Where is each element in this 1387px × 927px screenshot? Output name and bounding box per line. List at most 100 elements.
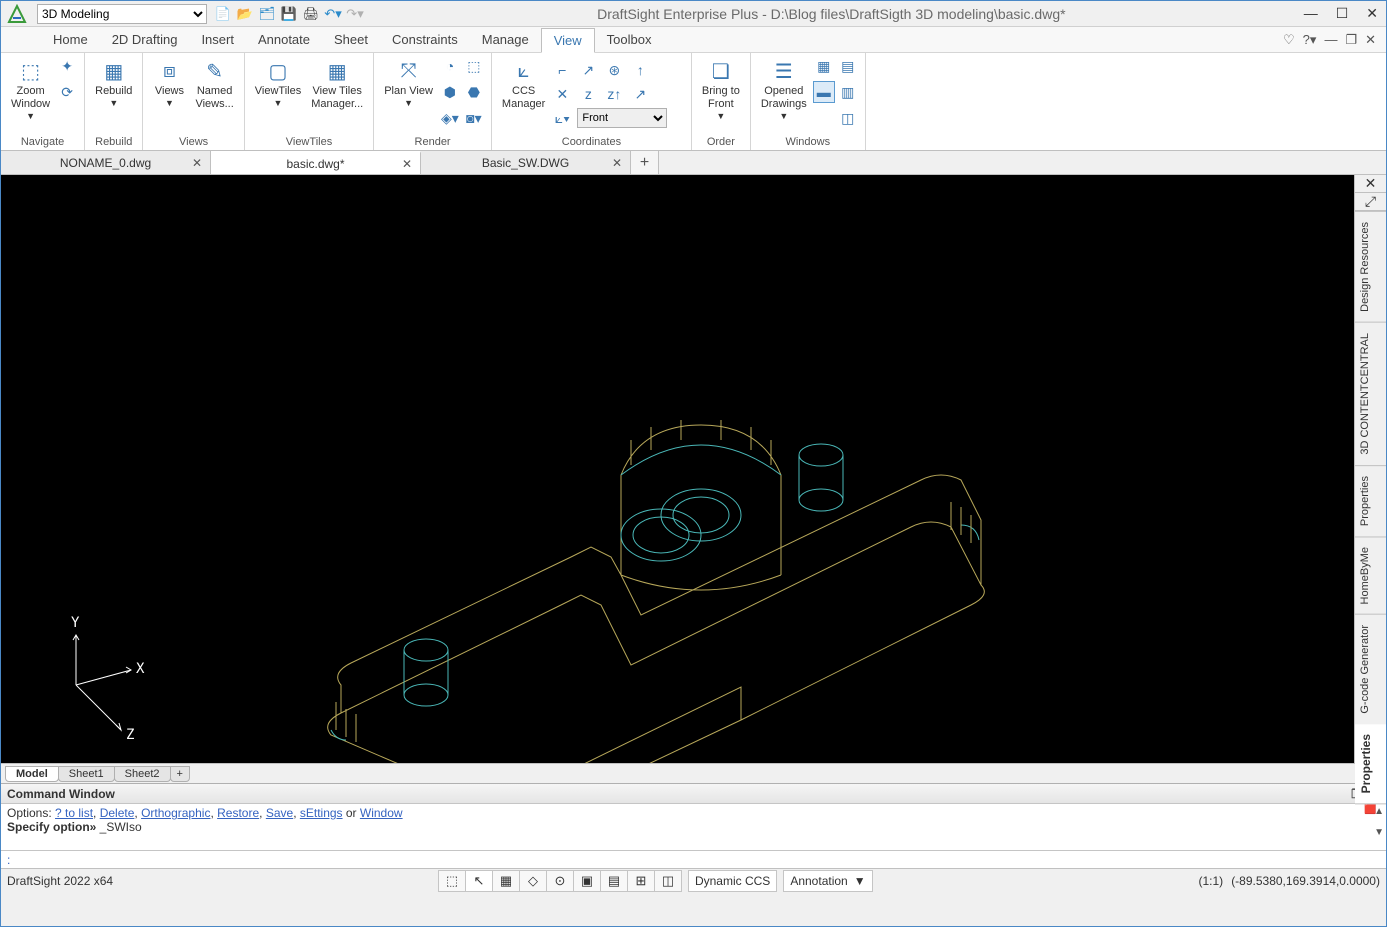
viewtiles-manager-button[interactable]: ▦ View Tiles Manager... bbox=[307, 55, 367, 113]
panel-homebyme[interactable]: HomeByMe bbox=[1355, 536, 1386, 614]
annotation-dropdown[interactable]: Annotation▼ bbox=[783, 870, 872, 892]
new-file-icon[interactable]: 📄 bbox=[215, 6, 231, 22]
print-icon[interactable]: 🖨 bbox=[303, 6, 319, 22]
option-link[interactable]: ? to list bbox=[55, 806, 93, 820]
command-window-header[interactable]: Command Window ❐ ✕ bbox=[1, 784, 1386, 804]
properties-footer-tab[interactable]: Properties bbox=[1355, 724, 1386, 804]
status-tool-9[interactable]: ◫ bbox=[654, 870, 682, 892]
status-tool-2[interactable]: ↖ bbox=[465, 870, 493, 892]
coord-view-dropdown[interactable]: Front bbox=[577, 108, 667, 128]
close-tab-icon[interactable]: ✕ bbox=[192, 156, 202, 170]
open-file-icon[interactable]: 📂 bbox=[237, 6, 253, 22]
file-tab-noname[interactable]: NONAME_0.dwg ✕ bbox=[1, 151, 211, 174]
coord-icon-3[interactable]: ⊛ bbox=[603, 59, 625, 81]
command-scroll[interactable]: ▲▼ bbox=[1374, 806, 1384, 838]
panel-3d-contentcentral[interactable]: 3D CONTENTCENTRAL bbox=[1355, 322, 1386, 465]
close-tab-icon[interactable]: ✕ bbox=[402, 157, 412, 171]
win-icon-5[interactable]: ◫ bbox=[837, 107, 859, 129]
option-link[interactable]: Orthographic bbox=[141, 806, 210, 820]
add-tab-button[interactable]: + bbox=[631, 151, 659, 174]
coord-icon-8[interactable]: ↗ bbox=[629, 83, 651, 105]
minimize-button[interactable]: — bbox=[1300, 5, 1322, 22]
render-icon-5[interactable]: ⬣ bbox=[463, 81, 485, 103]
status-tool-etrack[interactable]: ▤ bbox=[600, 870, 628, 892]
coord-icon-2[interactable]: ↗ bbox=[577, 59, 599, 81]
status-tool-ortho[interactable]: ◇ bbox=[519, 870, 547, 892]
orbit-icon[interactable]: ⟳ bbox=[56, 81, 78, 103]
redo-icon[interactable]: ↷▾ bbox=[347, 6, 363, 22]
undo-icon[interactable]: ↶▾ bbox=[325, 6, 341, 22]
win-icon-2[interactable]: ▬ bbox=[813, 81, 835, 103]
tab-annotate[interactable]: Annotate bbox=[246, 28, 322, 51]
tab-insert[interactable]: Insert bbox=[189, 28, 246, 51]
tab-toolbox[interactable]: Toolbox bbox=[595, 28, 664, 51]
ribbon-minimize-icon[interactable]: — bbox=[1324, 32, 1337, 48]
coord-icon-7[interactable]: z↑ bbox=[603, 83, 625, 105]
ribbon-restore-icon[interactable]: ❐ bbox=[1345, 32, 1357, 48]
win-icon-4[interactable]: ▥ bbox=[837, 81, 859, 103]
coord-icon-9[interactable]: ⟀▾ bbox=[551, 107, 573, 129]
tab-manage[interactable]: Manage bbox=[470, 28, 541, 51]
plan-view-button[interactable]: ⤧ Plan View ▼ bbox=[380, 55, 437, 110]
status-tool-1[interactable]: ⬚ bbox=[438, 870, 466, 892]
open-folder-icon[interactable]: 🗂 bbox=[259, 6, 275, 22]
render-icon-6[interactable]: ◙▾ bbox=[463, 107, 485, 129]
status-tool-grid[interactable]: ▦ bbox=[492, 870, 520, 892]
sheet-tab-sheet2[interactable]: Sheet2 bbox=[114, 766, 171, 782]
tab-2d-drafting[interactable]: 2D Drafting bbox=[100, 28, 190, 51]
status-tool-esnap[interactable]: ▣ bbox=[573, 870, 601, 892]
coord-icon-4[interactable]: ↑ bbox=[629, 59, 651, 81]
named-views-button[interactable]: ✎ Named Views... bbox=[191, 55, 237, 113]
tab-sheet[interactable]: Sheet bbox=[322, 28, 380, 51]
option-link[interactable]: sEttings bbox=[300, 806, 343, 820]
ribbon-close-icon[interactable]: ✕ bbox=[1365, 32, 1376, 48]
win-icon-3[interactable]: ▤ bbox=[837, 55, 859, 77]
tab-view[interactable]: View bbox=[541, 28, 595, 53]
render-icon-3[interactable]: ◈▾ bbox=[439, 107, 461, 129]
zoom-fit-icon[interactable]: ✦ bbox=[56, 55, 78, 77]
option-link[interactable]: Delete bbox=[100, 806, 135, 820]
render-icon-1[interactable]: ◔ bbox=[439, 55, 461, 77]
panel-properties[interactable]: Properties bbox=[1355, 465, 1386, 536]
dynamic-ccs-toggle[interactable]: Dynamic CCS bbox=[688, 870, 777, 892]
sheet-tab-sheet1[interactable]: Sheet1 bbox=[58, 766, 115, 782]
drawing-canvas[interactable]: Y X Z bbox=[1, 175, 1354, 763]
panel-gcode-generator[interactable]: G-code Generator bbox=[1355, 614, 1386, 724]
option-link[interactable]: Restore bbox=[217, 806, 259, 820]
close-button[interactable]: ✕ bbox=[1362, 5, 1382, 22]
views-button[interactable]: ⧈ Views ▼ bbox=[149, 55, 189, 110]
save-icon[interactable]: 💾 bbox=[281, 6, 297, 22]
command-input[interactable]: : bbox=[1, 850, 1386, 868]
ccs-manager-button[interactable]: ⟀ CCS Manager bbox=[498, 55, 549, 113]
win-icon-1[interactable]: ▦ bbox=[813, 55, 835, 77]
panel-design-resources[interactable]: Design Resources bbox=[1355, 211, 1386, 322]
close-tab-icon[interactable]: ✕ bbox=[612, 156, 622, 170]
maximize-button[interactable]: ☐ bbox=[1332, 5, 1353, 22]
coord-icon-5[interactable]: ✕ bbox=[551, 83, 573, 105]
coord-icon-1[interactable]: ⌐ bbox=[551, 59, 573, 81]
close-panel-icon[interactable]: ✕ bbox=[1355, 175, 1386, 193]
coord-icon-6[interactable]: z bbox=[577, 83, 599, 105]
tab-constraints[interactable]: Constraints bbox=[380, 28, 470, 51]
render-icon-2[interactable]: ⬢ bbox=[439, 81, 461, 103]
heart-icon[interactable]: ♡ bbox=[1283, 32, 1295, 48]
bring-to-front-button[interactable]: ❏ Bring to Front ▼ bbox=[698, 55, 744, 123]
file-tab-basic-sw[interactable]: Basic_SW.DWG ✕ bbox=[421, 151, 631, 174]
option-link[interactable]: Window bbox=[360, 806, 403, 820]
sheet-tab-model[interactable]: Model bbox=[5, 766, 59, 782]
add-sheet-button[interactable]: + bbox=[170, 766, 190, 782]
option-link[interactable]: Save bbox=[266, 806, 293, 820]
viewtiles-button[interactable]: ▢ ViewTiles ▼ bbox=[251, 55, 305, 110]
render-icon-4[interactable]: ⬚ bbox=[463, 55, 485, 77]
status-tool-polar[interactable]: ⊙ bbox=[546, 870, 574, 892]
file-tab-basic[interactable]: basic.dwg* ✕ bbox=[211, 151, 421, 174]
status-tool-8[interactable]: ⊞ bbox=[627, 870, 655, 892]
status-scale[interactable]: (1:1) bbox=[1199, 874, 1224, 888]
zoom-window-button[interactable]: ⬚ Zoom Window ▼ bbox=[7, 55, 54, 123]
rebuild-button[interactable]: ▦ Rebuild ▼ bbox=[91, 55, 136, 110]
workspace-dropdown[interactable]: 3D Modeling bbox=[37, 4, 207, 24]
tab-home[interactable]: Home bbox=[41, 28, 100, 51]
help-icon[interactable]: ?▾ bbox=[1303, 32, 1317, 48]
opened-drawings-button[interactable]: ☰ Opened Drawings ▼ bbox=[757, 55, 811, 123]
expand-panel-icon[interactable]: ⤢ bbox=[1355, 193, 1386, 211]
